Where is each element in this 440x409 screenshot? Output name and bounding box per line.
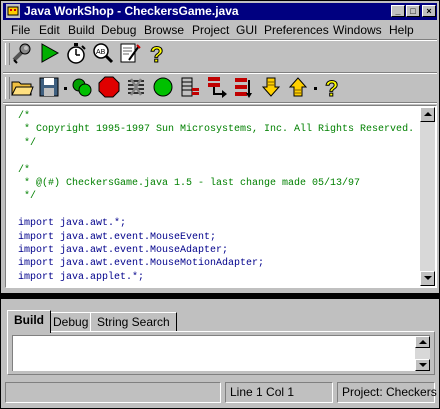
code-content[interactable]: /* * Copyright 1995-1997 Sun Microsystem…	[18, 110, 414, 284]
code-line: import java.awt.event.MouseMotionAdapter…	[18, 257, 414, 270]
scroll-up-button[interactable]	[420, 107, 435, 122]
close-button[interactable]: ×	[422, 5, 436, 17]
scroll-down-button[interactable]	[420, 271, 435, 286]
java-app-icon[interactable]	[6, 4, 20, 18]
pane-splitter[interactable]	[1, 293, 440, 299]
help-icon[interactable]: ?	[144, 40, 170, 67]
minimize-button[interactable]: _	[391, 5, 405, 17]
code-line: import java.awt.event.MouseEvent;	[18, 231, 414, 244]
comment-token: * Copyright 1995-1997 Sun Microsystems, …	[18, 124, 415, 136]
menu-browse[interactable]: Browse	[144, 23, 184, 37]
svg-text:AB: AB	[96, 49, 106, 56]
clear-icon[interactable]	[123, 74, 149, 100]
scroll-up-arrow-icon	[419, 340, 427, 344]
scroll-down-arrow-icon	[424, 276, 432, 280]
scroll-up-arrow-icon	[424, 112, 432, 116]
source-editor[interactable]: /* * Copyright 1995-1997 Sun Microsystem…	[5, 105, 437, 288]
code-token: java.awt.event.MouseEvent;	[54, 231, 217, 243]
step-into-icon[interactable]	[204, 74, 230, 100]
menu-build[interactable]: Build	[68, 23, 95, 37]
step-out-icon[interactable]	[258, 74, 284, 100]
code-token: java.awt.event.MouseAdapter;	[54, 245, 229, 257]
stop-icon[interactable]	[96, 74, 122, 100]
status-message	[5, 382, 221, 403]
go-icon[interactable]	[150, 74, 176, 100]
keyword-token: import	[18, 271, 55, 283]
tab-debug[interactable]: Debug	[46, 312, 96, 332]
menu-file[interactable]: File	[11, 23, 30, 37]
comment-token: */	[18, 191, 37, 203]
step-up-icon[interactable]	[285, 74, 311, 100]
menu-bar: File Edit Build Debug Browse Project GUI…	[3, 21, 437, 39]
menu-debug[interactable]: Debug	[101, 23, 136, 37]
code-token: java.applet.*;	[54, 271, 145, 283]
window-title: Java WorkShop - CheckersGame.java	[24, 4, 239, 18]
separator-dot	[64, 87, 67, 90]
title-bar[interactable]: Java WorkShop - CheckersGame.java _ □ ×	[3, 3, 437, 20]
menu-project[interactable]: Project	[192, 23, 229, 37]
main-toolbar: AB ?	[3, 40, 437, 70]
output-panel	[7, 331, 435, 375]
menu-help[interactable]: Help	[389, 23, 414, 37]
stopwatch-icon[interactable]	[63, 40, 89, 66]
debug-toolbar: ?	[3, 74, 437, 104]
menu-edit[interactable]: Edit	[39, 23, 60, 37]
code-line: * Copyright 1995-1997 Sun Microsystems, …	[18, 123, 414, 136]
keyword-token: import	[18, 231, 55, 243]
app-window: Java WorkShop - CheckersGame.java _ □ × …	[0, 0, 440, 409]
stack-icon[interactable]	[177, 74, 203, 100]
scroll-down-arrow-icon	[419, 363, 427, 367]
menu-windows[interactable]: Windows	[333, 23, 382, 37]
code-line: import java.awt.*;	[18, 217, 414, 230]
project-name: Project: Checkers	[337, 382, 437, 403]
menu-gui[interactable]: GUI	[236, 23, 257, 37]
help-icon[interactable]: ?	[319, 74, 345, 101]
code-line: * @(#) CheckersGame.java 1.5 - last chan…	[18, 177, 414, 190]
code-line: import java.awt.event.MouseAdapter;	[18, 244, 414, 257]
code-line: */	[18, 137, 414, 150]
maximize-button[interactable]: □	[406, 5, 420, 17]
keyword-token: import	[18, 218, 55, 230]
code-token: java.awt.*;	[54, 218, 127, 230]
code-line: /*	[18, 110, 414, 123]
svg-text:?: ?	[325, 76, 338, 100]
comment-token: /*	[18, 164, 31, 176]
code-line: /*	[18, 164, 414, 177]
code-token: java.awt.event.MouseMotionAdapter;	[54, 258, 265, 270]
toolbar-divider	[3, 102, 437, 104]
save-disk-icon[interactable]	[36, 74, 62, 100]
comment-token: * @(#) CheckersGame.java 1.5 - last chan…	[18, 178, 361, 190]
svg-text:?: ?	[150, 42, 163, 66]
status-bar: Line 1 Col 1 Project: Checkers	[3, 380, 437, 406]
scroll-up-button[interactable]	[415, 336, 430, 348]
keyword-token: import	[18, 258, 55, 270]
edit-icon[interactable]	[117, 40, 143, 66]
cursor-position: Line 1 Col 1	[225, 382, 333, 403]
scroll-down-button[interactable]	[415, 359, 430, 371]
breakpoint-icon[interactable]	[69, 74, 95, 100]
keyword-token: import	[18, 245, 55, 257]
tab-string-search[interactable]: String Search	[90, 312, 177, 332]
build-output-area[interactable]	[12, 335, 430, 371]
code-line: import java.applet.*;	[18, 271, 414, 284]
wrench-icon[interactable]	[9, 40, 35, 66]
tab-build[interactable]: Build	[7, 310, 51, 333]
comment-token: /*	[18, 111, 31, 122]
output-vertical-scrollbar[interactable]	[415, 336, 430, 371]
find-icon[interactable]: AB	[90, 40, 116, 66]
editor-vertical-scrollbar[interactable]	[420, 107, 435, 286]
open-folder-icon[interactable]	[9, 74, 35, 100]
step-over-icon[interactable]	[231, 74, 257, 100]
separator-dot	[314, 87, 317, 90]
code-line: */	[18, 190, 414, 203]
comment-token: */	[18, 137, 37, 149]
menu-preferences[interactable]: Preferences	[264, 23, 329, 37]
run-icon[interactable]	[36, 40, 62, 66]
